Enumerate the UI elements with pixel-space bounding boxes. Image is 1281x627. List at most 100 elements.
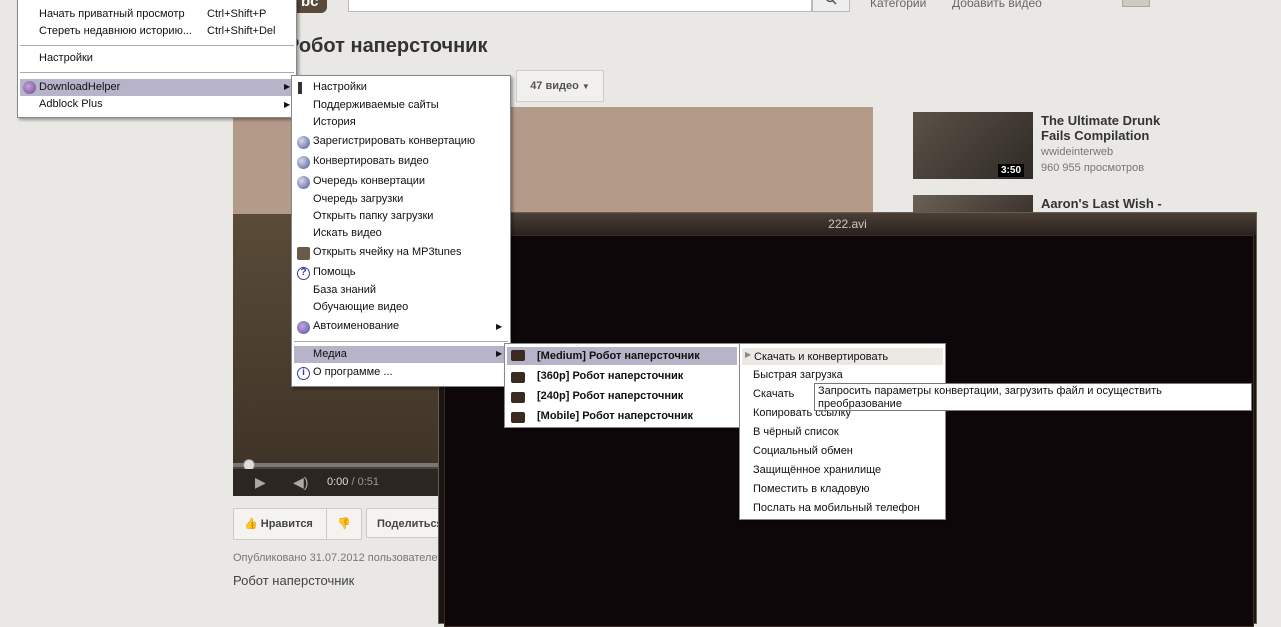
- dh-item-history[interactable]: История: [292, 116, 510, 133]
- account-icon[interactable]: [1122, 0, 1150, 7]
- dh-item-register-conversion[interactable]: Зарегистрировать конвертацию: [292, 135, 510, 152]
- search-button[interactable]: [812, 0, 850, 12]
- submenu-arrow-icon: ▶: [284, 100, 291, 109]
- upload-link[interactable]: Добавить видео: [952, 0, 1042, 10]
- menu-item-label: Социальный обмен: [753, 445, 853, 457]
- menu-separator: [20, 45, 294, 46]
- menu-item-label: Защищённое хранилище: [753, 464, 882, 476]
- related-title[interactable]: The Ultimate Drunk Fails Compilation: [1041, 113, 1160, 143]
- pointer-arrow-icon: ▶: [745, 350, 752, 359]
- actions-menu: ▶ Скачать и конвертировать Быстрая загру…: [739, 343, 946, 520]
- share-button[interactable]: Поделиться: [366, 508, 440, 538]
- chevron-down-icon: ▼: [581, 82, 590, 91]
- video-icon: [511, 372, 525, 383]
- video-title: Робот наперсточник: [286, 35, 488, 57]
- menu-item-settings[interactable]: Настройки: [18, 52, 296, 67]
- thumbs-down-icon: 👎: [337, 518, 351, 530]
- related-title-line: The Ultimate Drunk: [1041, 113, 1161, 128]
- dh-item-settings[interactable]: Настройки: [292, 81, 510, 98]
- action-item-send-mobile[interactable]: Послать на мобильный телефон: [740, 502, 945, 519]
- video-description: Робот наперсточник: [233, 573, 355, 588]
- dh-item-help[interactable]: ? Помощь: [292, 266, 510, 283]
- search-input[interactable]: [348, 0, 812, 12]
- media-item-medium[interactable]: [Medium] Робот наперсточник: [507, 347, 737, 365]
- info-icon: i: [297, 367, 310, 380]
- menu-item-label: Конвертировать видео: [313, 155, 429, 167]
- firefox-menu: Начать приватный просмотр Ctrl+Shift+P С…: [17, 0, 297, 118]
- like-label: Нравится: [260, 518, 313, 530]
- help-icon: ?: [297, 267, 310, 280]
- dh-item-knowledge-base[interactable]: База знаний: [292, 284, 510, 301]
- dh-item-conversion-queue[interactable]: Очередь конвертации: [292, 175, 510, 192]
- menu-item-label: Скачать: [753, 388, 795, 400]
- video-icon: [511, 412, 525, 423]
- menu-item-label: Поместить в кладовую: [753, 483, 870, 495]
- media-menu: [Medium] Робот наперсточник [360p] Робот…: [504, 343, 740, 428]
- action-item-download-convert[interactable]: ▶ Скачать и конвертировать: [742, 348, 943, 365]
- menu-item-label: Зарегистрировать конвертацию: [313, 135, 476, 147]
- related-channel[interactable]: wwideinterweb: [1041, 146, 1113, 158]
- submenu-arrow-icon: ▶: [284, 82, 291, 91]
- dh-item-autoname[interactable]: Автоименование ▶: [292, 320, 510, 337]
- menu-item-label: Быстрая загрузка: [753, 369, 843, 381]
- menu-item-shortcut: Ctrl+Shift+P: [207, 8, 267, 20]
- player-window-title: 222.avi: [828, 217, 867, 231]
- related-views: 960 955 просмотров: [1041, 162, 1145, 174]
- time-current: 0:00: [327, 476, 349, 488]
- action-item-blacklist[interactable]: В чёрный список: [740, 426, 945, 443]
- media-item-360p[interactable]: [360p] Робот наперсточник: [505, 369, 739, 387]
- time-separator: /: [348, 476, 358, 488]
- menu-item-private-browsing[interactable]: Начать приватный просмотр Ctrl+Shift+P: [18, 8, 296, 23]
- media-item-mobile[interactable]: [Mobile] Робот наперсточник: [505, 409, 739, 427]
- menu-item-label: Автоименование: [313, 320, 400, 332]
- dh-item-open-folder[interactable]: Открыть папку загрузки: [292, 210, 510, 227]
- dislike-button[interactable]: 👎: [326, 508, 362, 540]
- menu-item-label: История: [313, 116, 356, 128]
- menu-item-label: База знаний: [313, 284, 377, 296]
- like-button[interactable]: 👍 Нравится: [233, 508, 327, 540]
- menu-item-label: Помощь: [313, 266, 356, 278]
- menu-item-label: Очередь конвертации: [313, 175, 426, 187]
- menu-item-label: Послать на мобильный телефон: [753, 502, 920, 514]
- menu-item-shortcut: Ctrl+Shift+Del: [207, 25, 276, 37]
- menu-separator: [294, 341, 508, 342]
- menu-separator: [20, 72, 294, 73]
- playlist-button[interactable]: 47 видео ▼: [516, 70, 604, 102]
- dh-item-download-queue[interactable]: Очередь загрузки: [292, 193, 510, 210]
- menu-item-label: В чёрный список: [753, 426, 839, 438]
- dh-item-convert-video[interactable]: Конвертировать видео: [292, 155, 510, 172]
- related-title[interactable]: Aaron's Last Wish -: [1041, 196, 1162, 211]
- dh-item-search-video[interactable]: Искать видео: [292, 227, 510, 244]
- related-title-line: Fails Compilation: [1041, 128, 1150, 143]
- video-icon: [511, 350, 525, 361]
- action-item-pantry[interactable]: Поместить в кладовую: [740, 483, 945, 500]
- play-icon[interactable]: ▶: [255, 474, 266, 491]
- categories-link[interactable]: Категории: [870, 0, 926, 10]
- menu-item-label: Начать приватный просмотр: [39, 8, 185, 20]
- menu-item-label: Настройки: [313, 81, 367, 93]
- dh-item-about[interactable]: i О программе ...: [292, 366, 510, 383]
- media-item-240p[interactable]: [240p] Робот наперсточник: [505, 389, 739, 407]
- thumbs-up-icon: 👍: [244, 518, 258, 530]
- menu-item-downloadhelper[interactable]: DownloadHelper ▶: [20, 79, 294, 96]
- menu-item-clear-history[interactable]: Стереть недавнюю историю... Ctrl+Shift+D…: [18, 25, 296, 40]
- action-item-social-share[interactable]: Социальный обмен: [740, 445, 945, 462]
- menu-item-label: Искать видео: [313, 227, 382, 239]
- youtube-logo[interactable]: bc: [295, 0, 327, 13]
- menu-item-adblock[interactable]: Adblock Plus ▶: [18, 98, 296, 113]
- menu-item-label: Открыть папку загрузки: [313, 210, 434, 222]
- converter-icon: [297, 156, 310, 169]
- dh-item-supported-sites[interactable]: Поддерживаемые сайты: [292, 99, 510, 116]
- downloadhelper-icon: [23, 81, 36, 94]
- submenu-arrow-icon: ▶: [496, 349, 503, 358]
- duration-badge: 3:50: [998, 164, 1025, 177]
- dh-item-media[interactable]: Медиа ▶: [294, 346, 508, 363]
- submenu-arrow-icon: ▶: [496, 322, 503, 331]
- settings-icon: [298, 82, 302, 94]
- volume-icon[interactable]: ◀): [293, 474, 308, 491]
- dh-item-tutorials[interactable]: Обучающие видео: [292, 301, 510, 318]
- menu-item-label: Стереть недавнюю историю...: [39, 25, 192, 37]
- dh-item-mp3tunes[interactable]: Открыть ячейку на MP3tunes: [292, 246, 510, 263]
- action-item-secure-storage[interactable]: Защищённое хранилище: [740, 464, 945, 481]
- video-icon: [511, 392, 525, 403]
